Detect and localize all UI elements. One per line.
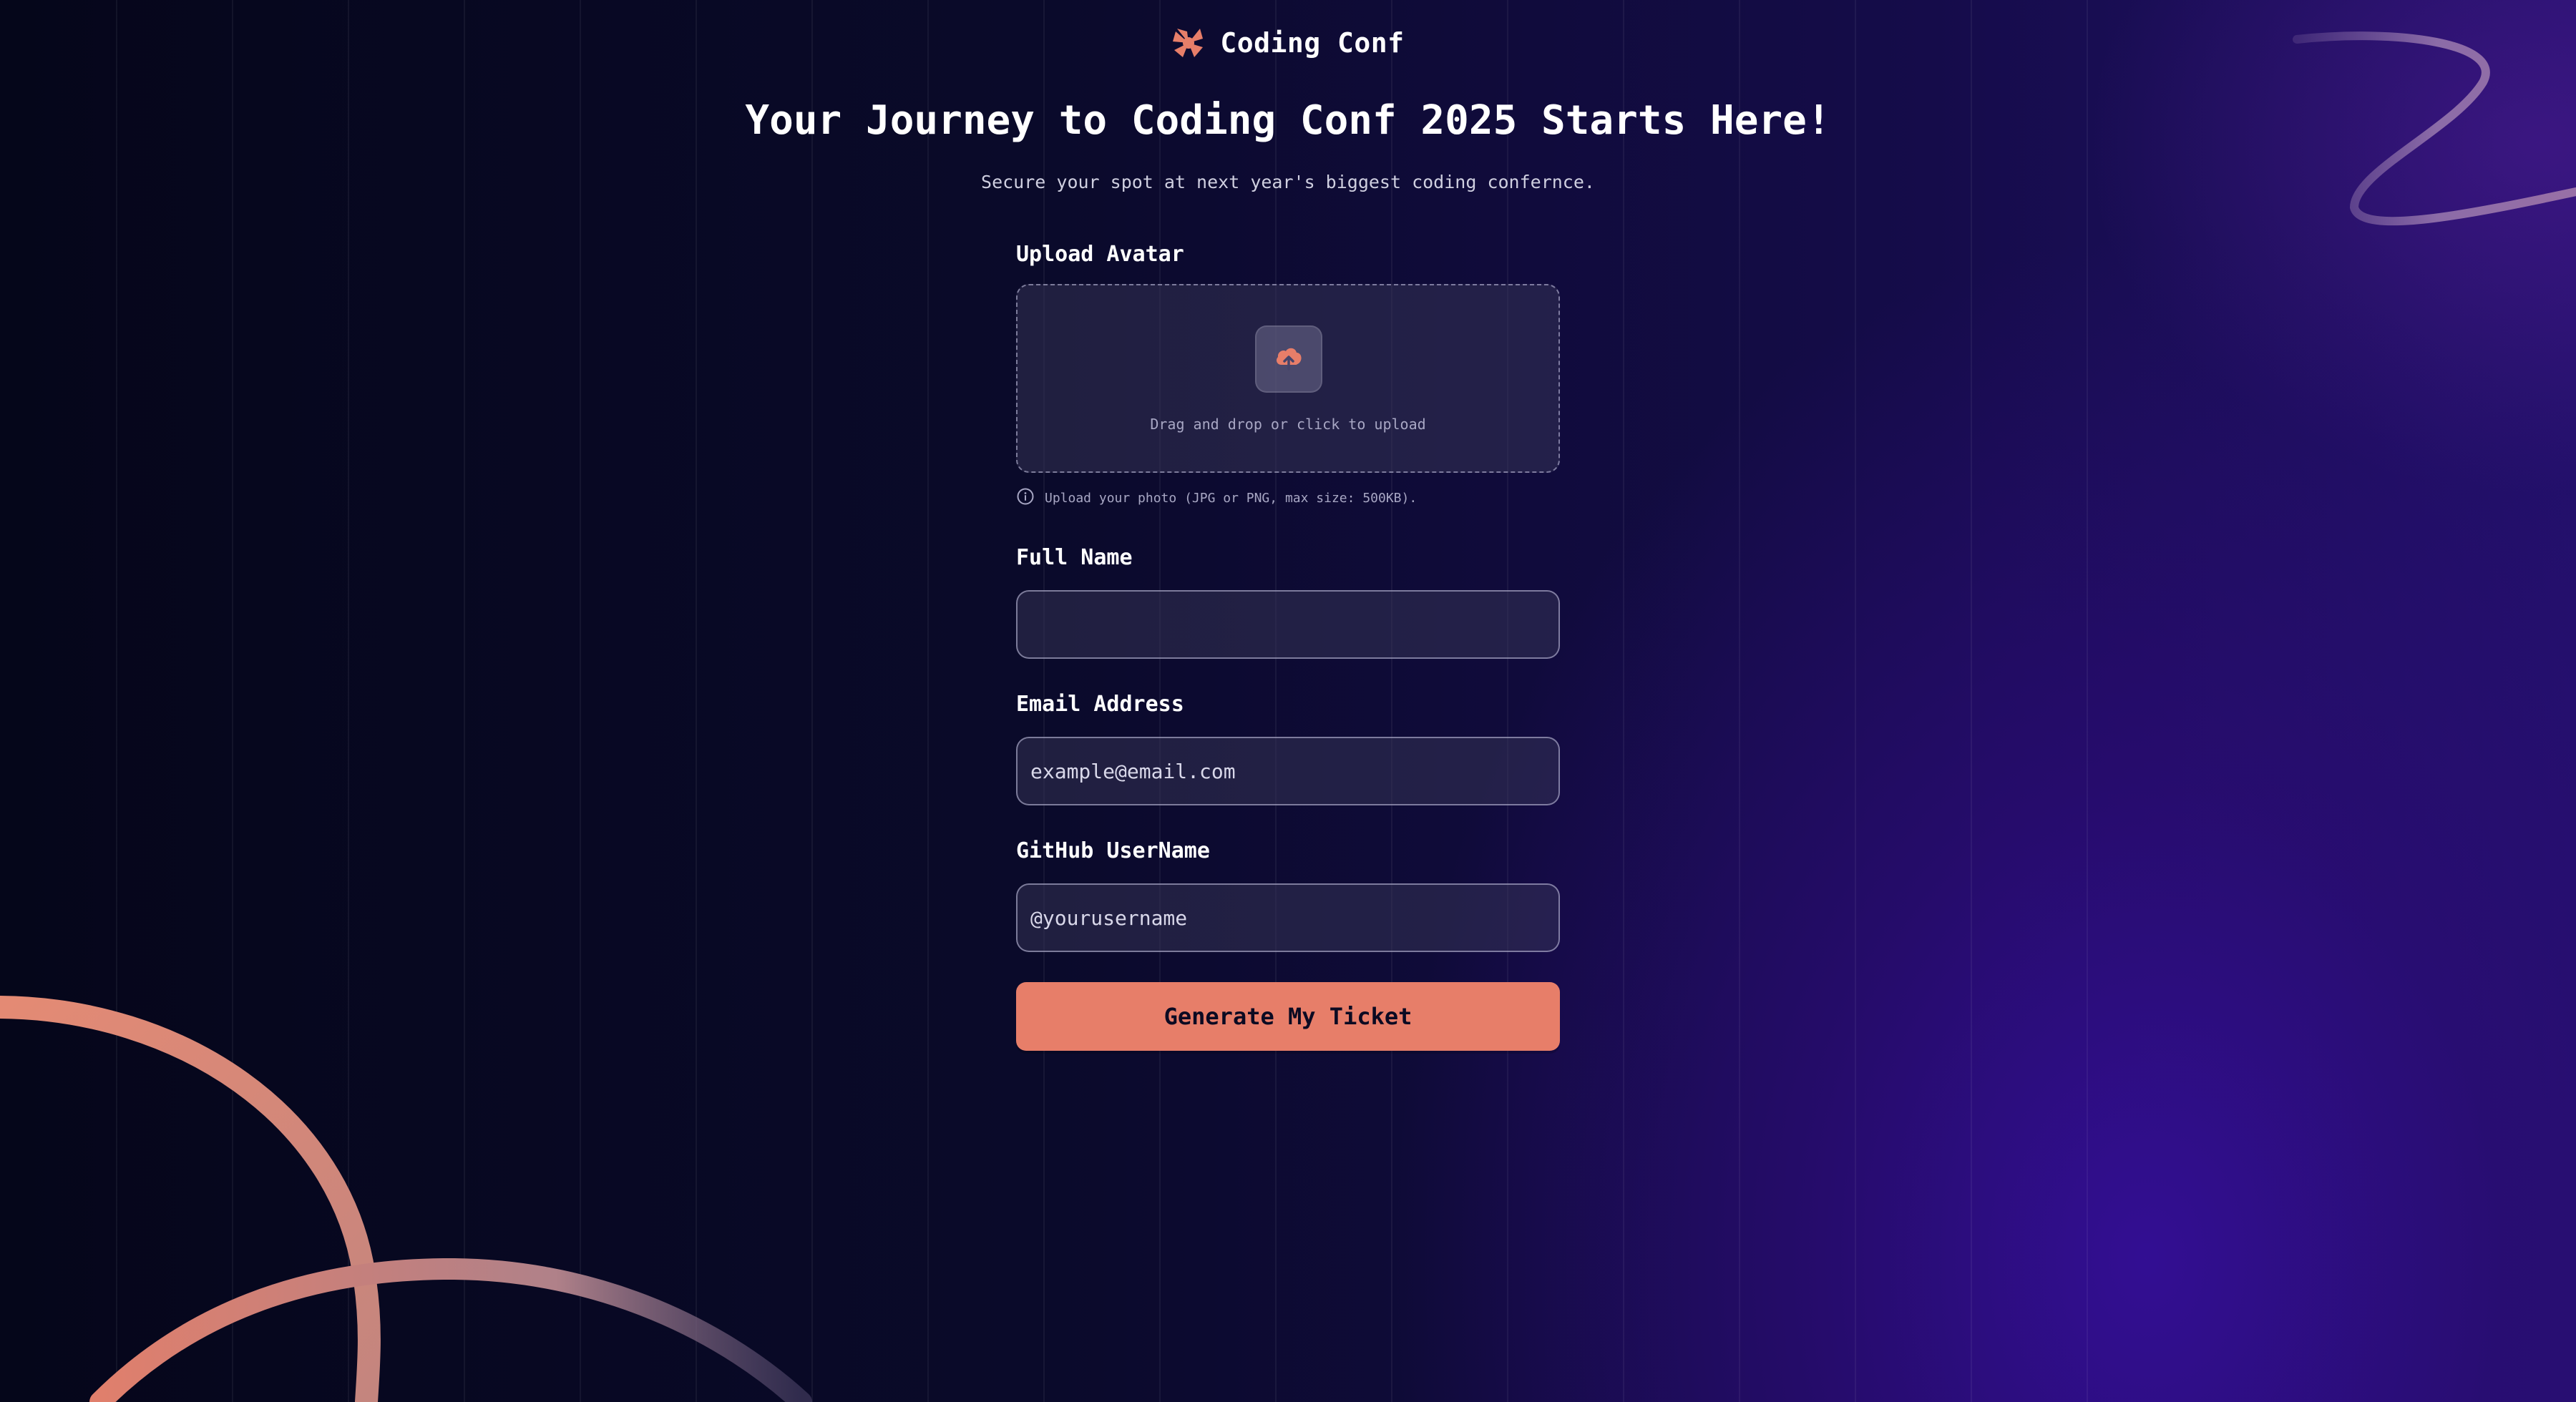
avatar-hint-text: Upload your photo (JPG or PNG, max size:… xyxy=(1045,491,1418,506)
generate-ticket-button[interactable]: Generate My Ticket xyxy=(1016,982,1560,1051)
brand-name: Coding Conf xyxy=(1220,27,1405,59)
full-name-group: Full Name xyxy=(1016,545,1560,659)
ticket-form: Upload Avatar Drag and drop or click to … xyxy=(1016,242,1560,1051)
full-name-input[interactable] xyxy=(1016,590,1560,659)
github-label: GitHub UserName xyxy=(1016,838,1210,863)
page-title: Your Journey to Coding Conf 2025 Starts … xyxy=(745,97,1831,144)
avatar-hint: Upload your photo (JPG or PNG, max size:… xyxy=(1016,487,1560,509)
page-subtitle: Secure your spot at next year's biggest … xyxy=(981,172,1595,192)
cloud-upload-icon xyxy=(1272,340,1306,378)
email-label: Email Address xyxy=(1016,692,1184,717)
dropzone-text: Drag and drop or click to upload xyxy=(1150,416,1426,433)
email-input[interactable] xyxy=(1016,737,1560,805)
email-group: Email Address xyxy=(1016,692,1560,805)
avatar-upload-dropzone[interactable]: Drag and drop or click to upload xyxy=(1016,284,1560,473)
github-group: GitHub UserName xyxy=(1016,838,1560,952)
upload-icon-box xyxy=(1255,325,1322,393)
brand-header: Coding Conf xyxy=(0,26,2576,60)
avatar-label: Upload Avatar xyxy=(1016,242,1184,267)
info-icon xyxy=(1016,487,1035,509)
full-name-label: Full Name xyxy=(1016,545,1133,570)
coding-conf-logo-icon xyxy=(1171,26,1206,60)
github-username-input[interactable] xyxy=(1016,883,1560,952)
